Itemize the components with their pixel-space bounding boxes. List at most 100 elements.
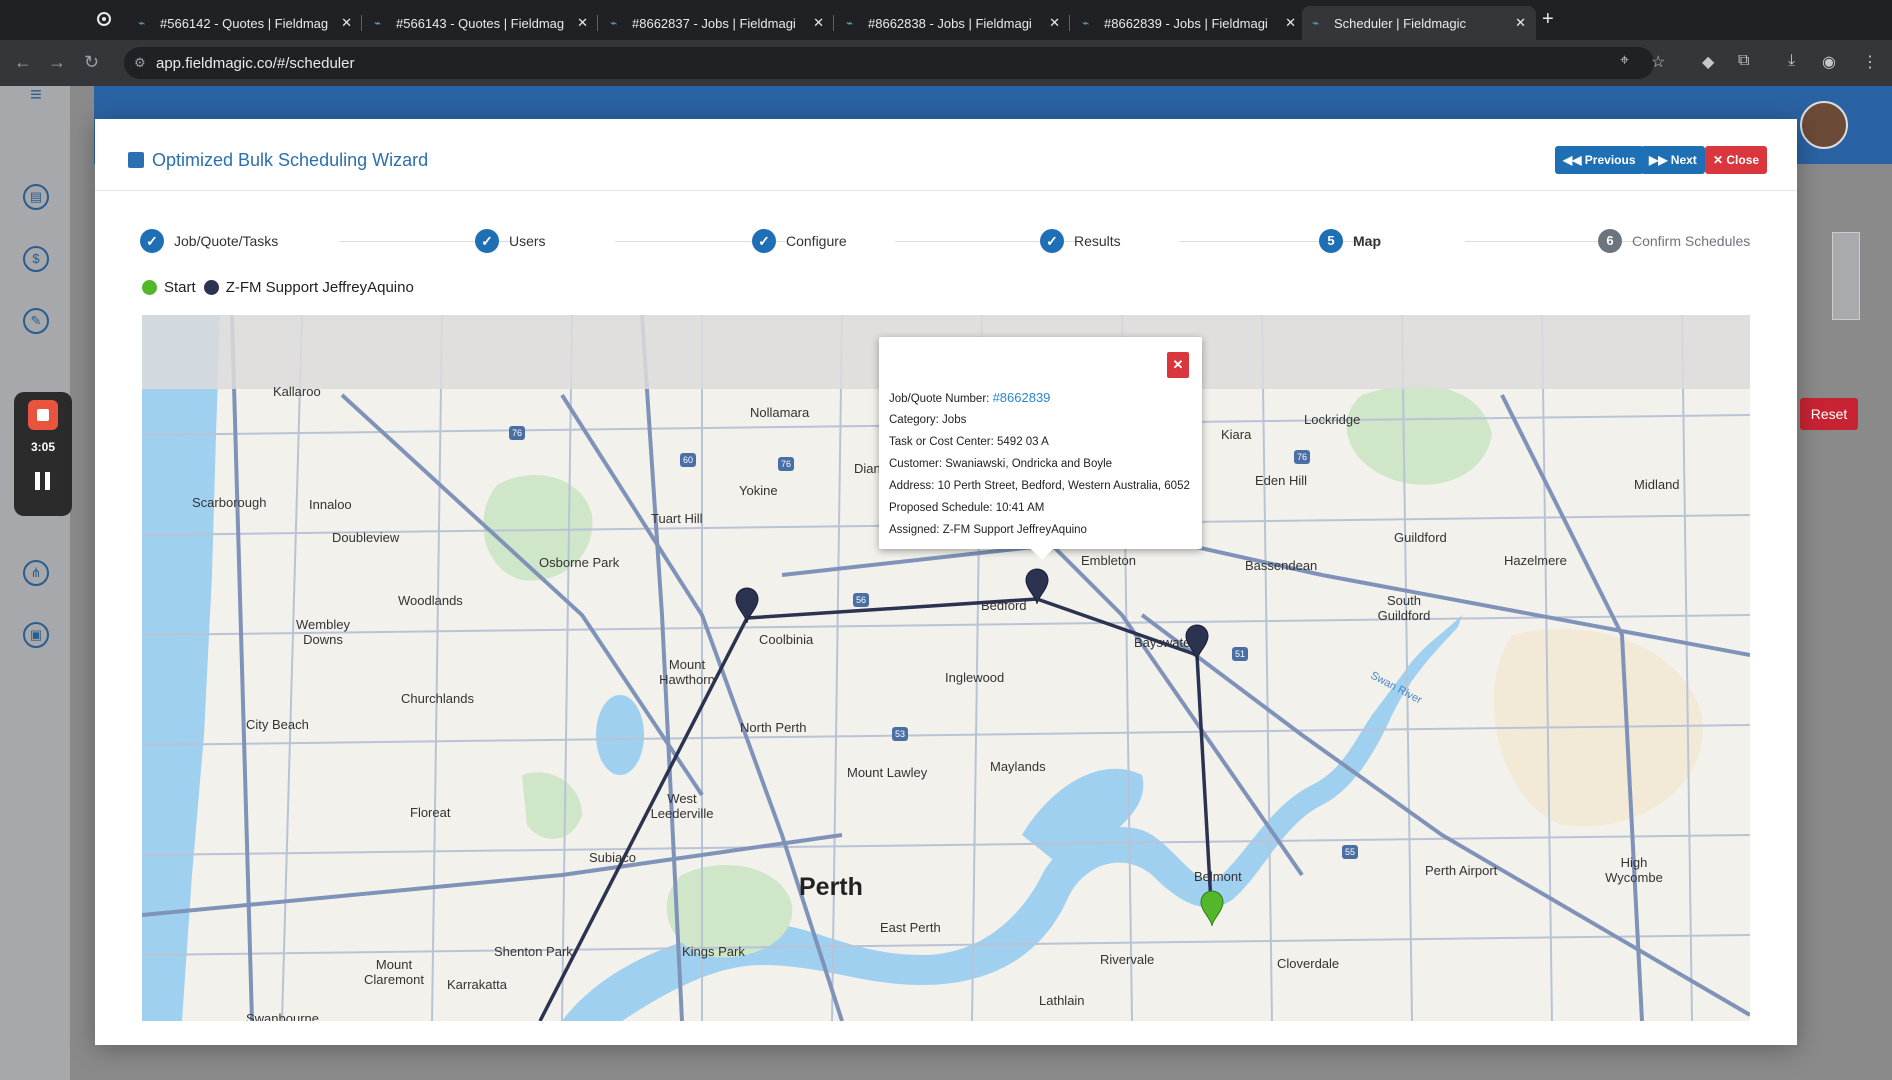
step-label: Confirm Schedules — [1632, 233, 1751, 249]
fieldmagic-favicon-icon: ⌁ — [138, 16, 146, 30]
recording-time: 3:05 — [30, 440, 56, 454]
browser-tab[interactable]: ⌁ #566142 - Quotes | Fieldmag ✕ — [128, 6, 362, 40]
popup-cost-center: Task or Cost Center: 5492 03 A — [889, 436, 1049, 448]
step-label: Map — [1353, 233, 1381, 249]
screen-recorder-widget: 3:05 — [14, 392, 72, 516]
map-legend: Start Z-FM Support JeffreyAquino — [142, 279, 422, 296]
browser-toolbar: ← → ↻ ⚙ app.fieldmagic.co/#/scheduler ⌖ … — [0, 40, 1892, 86]
download-icon[interactable]: ⤓ — [1788, 52, 1795, 70]
wrench-icon[interactable]: ✎ — [23, 308, 49, 334]
reset-button[interactable]: Reset — [1800, 398, 1858, 430]
legend-start-label: Start — [164, 279, 196, 296]
menu-kebab-icon[interactable]: ⋮ — [1862, 52, 1878, 72]
step-label: Job/Quote/Tasks — [174, 233, 279, 249]
popup-job-number-link[interactable]: #8662839 — [993, 390, 1051, 405]
back-icon[interactable]: ← — [14, 52, 32, 73]
modal-title-text: Optimized Bulk Scheduling Wizard — [152, 150, 429, 170]
tab-title: #566143 - Quotes | Fieldmag — [396, 15, 565, 31]
modal-header: Optimized Bulk Scheduling Wizard ◀◀ Prev… — [95, 119, 1797, 191]
close-tab-icon[interactable]: ✕ — [1285, 15, 1296, 31]
tab-title: Scheduler | Fieldmagic — [1334, 15, 1466, 31]
step-confirm-schedules[interactable]: 6 Confirm Schedules — [1598, 229, 1750, 253]
previous-label: Previous — [1584, 153, 1636, 167]
popup-close-button[interactable]: ✕ — [1167, 352, 1189, 378]
fieldmagic-favicon-icon: ⌁ — [374, 16, 382, 30]
step-label: Results — [1074, 233, 1121, 249]
close-label: Close — [1726, 153, 1760, 167]
close-tab-icon[interactable]: ✕ — [1515, 15, 1526, 31]
browser-tab[interactable]: ⌁ #8662837 - Jobs | Fieldmagi ✕ — [600, 6, 834, 40]
new-tab-icon[interactable]: + — [1542, 8, 1554, 31]
bulk-scheduling-wizard-modal: Optimized Bulk Scheduling Wizard ◀◀ Prev… — [95, 119, 1797, 1045]
step-users[interactable]: ✓ Users — [475, 229, 546, 253]
previous-button[interactable]: ◀◀ Previous — [1555, 146, 1644, 174]
step-map[interactable]: 5 Map — [1319, 229, 1381, 253]
url-text: app.fieldmagic.co/#/scheduler — [156, 55, 355, 72]
calendar-icon — [128, 152, 144, 168]
close-tab-icon[interactable]: ✕ — [341, 15, 352, 31]
step-label: Users — [509, 233, 546, 249]
close-tab-icon[interactable]: ✕ — [813, 15, 824, 31]
wizard-steps: ✓ Job/Quote/Tasks ✓ Users ✓ Configure ✓ Resu… — [140, 229, 1760, 255]
forward-icon[interactable]: → — [48, 52, 66, 73]
bookmark-star-icon[interactable]: ☆ — [1651, 52, 1665, 72]
tab-title: #8662837 - Jobs | Fieldmagi — [632, 15, 796, 31]
dollar-icon[interactable]: $ — [23, 246, 49, 272]
route-map[interactable]: Innaloo Nollamara Yokine Dian Scarboroug… — [142, 315, 1750, 1021]
popup-address: Address: 10 Perth Street, Bedford, Weste… — [889, 480, 1190, 492]
address-bar[interactable]: ⚙ app.fieldmagic.co/#/scheduler — [124, 47, 1654, 79]
legend-user-label: Z-FM Support JeffreyAquino — [225, 279, 414, 296]
start-marker[interactable] — [1200, 890, 1224, 927]
next-button[interactable]: ▶▶ Next — [1641, 146, 1705, 174]
browser-tab-strip: ⌁ #566142 - Quotes | Fieldmag ✕ ⌁ #56614… — [0, 0, 1892, 40]
browser-tab[interactable]: ⌁ #8662839 - Jobs | Fieldmagi ✕ — [1072, 6, 1306, 40]
rewind-icon: ◀◀ — [1563, 153, 1585, 167]
extensions-puzzle-icon[interactable]: ⧉ — [1738, 52, 1749, 70]
profile-icon[interactable]: ◉ — [1822, 52, 1836, 72]
step-job-quote-tasks[interactable]: ✓ Job/Quote/Tasks — [140, 229, 278, 253]
browser-tab-active[interactable]: ⌁ Scheduler | Fieldmagic ✕ — [1302, 6, 1536, 40]
popup-job-row: Job/Quote Number: #8662839 — [889, 390, 1050, 405]
step-configure[interactable]: ✓ Configure — [752, 229, 847, 253]
legend-user-dot — [203, 280, 219, 295]
user-avatar[interactable] — [1800, 101, 1848, 149]
reload-icon[interactable]: ↻ — [84, 52, 99, 73]
right-panel-toggle[interactable] — [1832, 232, 1860, 320]
fieldmagic-favicon-icon: ⌁ — [1312, 16, 1320, 30]
popup-job-label: Job/Quote Number: — [889, 393, 990, 405]
contacts-icon[interactable]: ▤ — [23, 184, 49, 210]
job-info-popup: ✕ Job/Quote Number: #8662839 Category: J… — [879, 337, 1202, 560]
popup-schedule: Proposed Schedule: 10:41 AM — [889, 502, 1045, 514]
step-results[interactable]: ✓ Results — [1040, 229, 1121, 253]
tab-title: #8662838 - Jobs | Fieldmagi — [868, 15, 1032, 31]
check-icon: ✓ — [140, 229, 164, 253]
pause-recording-icon[interactable] — [35, 472, 51, 490]
route-line — [538, 597, 1214, 1021]
hamburger-menu-icon[interactable]: ≡ — [23, 84, 49, 110]
fieldmagic-favicon-icon: ⌁ — [1082, 16, 1090, 30]
modal-title: Optimized Bulk Scheduling Wizard — [128, 150, 428, 171]
recording-indicator-icon — [97, 12, 111, 26]
browser-tab[interactable]: ⌁ #8662838 - Jobs | Fieldmagi ✕ — [836, 6, 1070, 40]
job-marker[interactable] — [1185, 624, 1209, 661]
close-button[interactable]: ✕ Close — [1705, 146, 1768, 174]
browser-tab[interactable]: ⌁ #566143 - Quotes | Fieldmag ✕ — [364, 6, 598, 40]
site-info-icon[interactable]: ⚙ — [134, 55, 146, 71]
location-icon[interactable]: ⌖ — [1620, 52, 1629, 70]
document-icon[interactable]: ▣ — [23, 622, 49, 648]
fast-forward-icon: ▶▶ — [1649, 153, 1671, 167]
step-number: 5 — [1319, 229, 1343, 253]
fieldmagic-favicon-icon: ⌁ — [846, 16, 854, 30]
popup-category: Category: Jobs — [889, 414, 967, 426]
step-number: 6 — [1598, 229, 1622, 253]
extension-badge-icon[interactable]: ◆ — [1702, 52, 1714, 72]
stop-recording-button[interactable] — [28, 400, 58, 430]
next-label: Next — [1670, 153, 1697, 167]
check-icon: ✓ — [752, 229, 776, 253]
workflow-icon[interactable]: ⋔ — [23, 560, 49, 586]
close-tab-icon[interactable]: ✕ — [577, 15, 588, 31]
check-icon: ✓ — [475, 229, 499, 253]
legend-start-dot — [142, 280, 157, 295]
close-tab-icon[interactable]: ✕ — [1049, 15, 1060, 31]
popup-customer: Customer: Swaniawski, Ondricka and Boyle — [889, 458, 1113, 470]
